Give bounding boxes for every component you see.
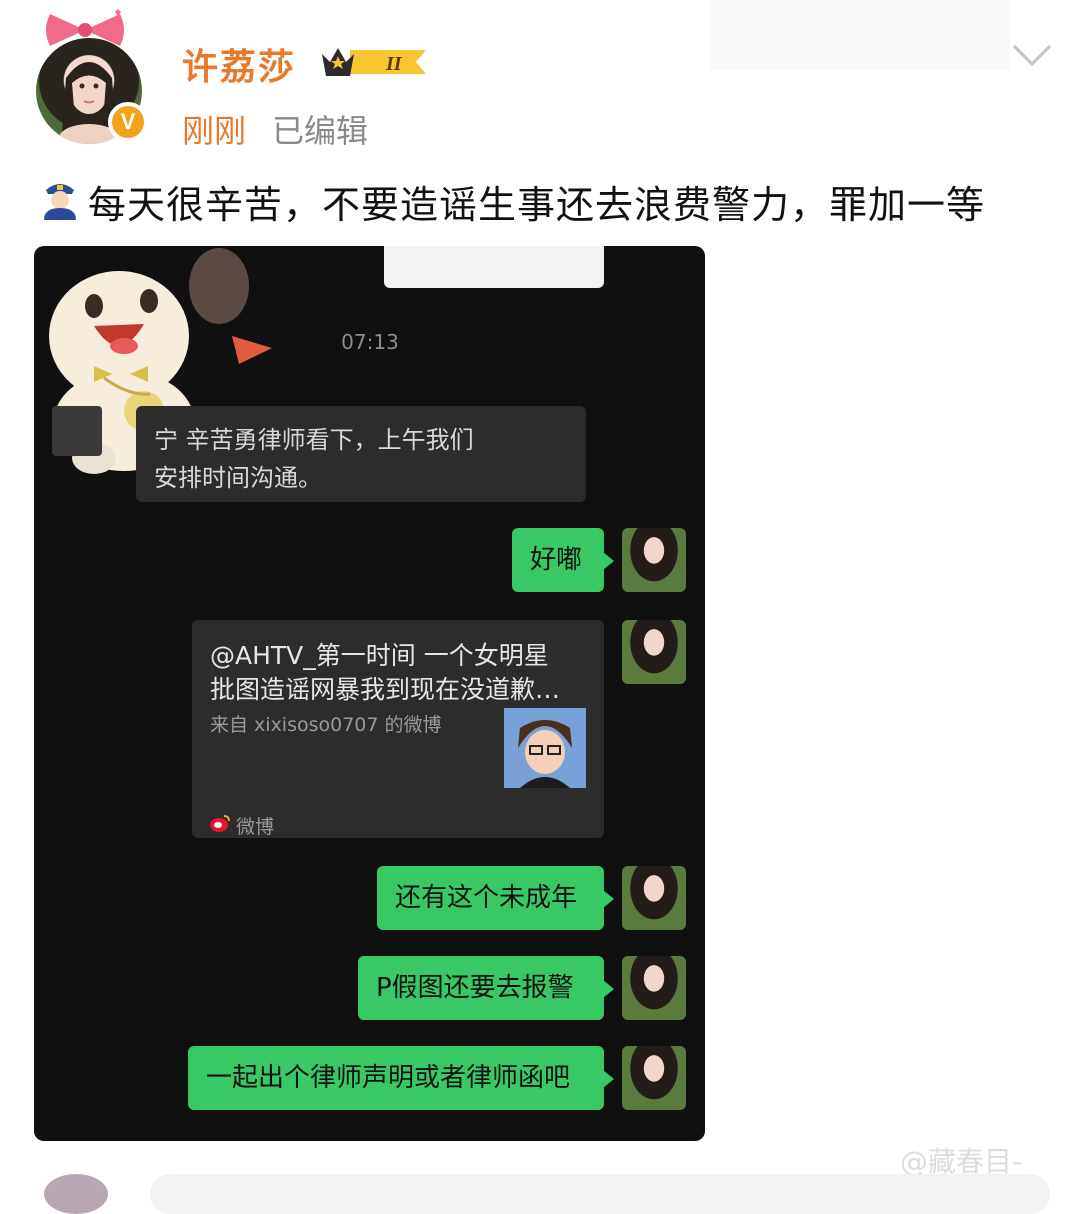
shared-post-thumbnail: [504, 708, 586, 788]
incoming-message-line2: 安排时间沟通。: [154, 464, 322, 492]
post-time: 刚刚: [182, 112, 247, 150]
my-avatar[interactable]: [622, 1046, 686, 1110]
top-fade-area: [710, 0, 1010, 70]
shared-post-line1: @AHTV_第一时间 一个女明星: [210, 641, 549, 670]
police-officer-emoji-icon: [44, 184, 76, 220]
edited-label[interactable]: 已编辑: [272, 106, 368, 152]
comment-input-bar[interactable]: [150, 1174, 1050, 1214]
chat-timestamp: 07:13: [341, 330, 399, 354]
contact-avatar[interactable]: [52, 406, 102, 456]
outgoing-message-bubble[interactable]: 好嘟: [512, 528, 614, 592]
level-badge-text: II: [385, 53, 403, 75]
my-avatar[interactable]: [622, 956, 686, 1020]
comment-avatar[interactable]: [44, 1174, 108, 1214]
shared-post-line2: 批图造谣网暴我到现在没道歉…: [210, 675, 561, 704]
chat-screenshot-image[interactable]: 07:13 宁 辛苦勇律师看下，上午我们 安排时间沟通。 好嘟 @AHTV_第一…: [34, 246, 705, 1141]
my-avatar[interactable]: [622, 620, 686, 684]
post-text: 每天很辛苦，不要造谣生事还去浪费警力，罪加一等: [88, 183, 986, 227]
verified-badge-icon: V: [108, 102, 148, 142]
incoming-message-bubble[interactable]: 宁 辛苦勇律师看下，上午我们 安排时间沟通。: [136, 406, 586, 502]
member-crown-badge-icon[interactable]: II: [320, 42, 428, 82]
username[interactable]: 许荔莎: [182, 38, 296, 90]
incoming-message-line1: 宁 辛苦勇律师看下，上午我们: [154, 426, 474, 454]
outgoing-message-bubble[interactable]: 一起出个律师声明或者律师函吧: [188, 1046, 614, 1110]
weibo-logo-icon: [210, 815, 230, 832]
shared-card-fragment: [384, 246, 604, 288]
weibo-app-label: 微博: [236, 816, 275, 838]
chevron-down-icon[interactable]: [1010, 40, 1054, 70]
pink-bow-icon: [46, 9, 124, 46]
my-avatar[interactable]: [622, 866, 686, 930]
shared-weibo-card[interactable]: @AHTV_第一时间 一个女明星 批图造谣网暴我到现在没道歉… 来自 xixis…: [192, 620, 604, 838]
my-avatar[interactable]: [622, 528, 686, 592]
outgoing-message-bubble[interactable]: P假图还要去报警: [358, 956, 614, 1020]
outgoing-message-bubble[interactable]: 还有这个未成年: [377, 866, 614, 930]
shared-post-source: 来自 xixisoso0707 的微博: [210, 714, 442, 736]
